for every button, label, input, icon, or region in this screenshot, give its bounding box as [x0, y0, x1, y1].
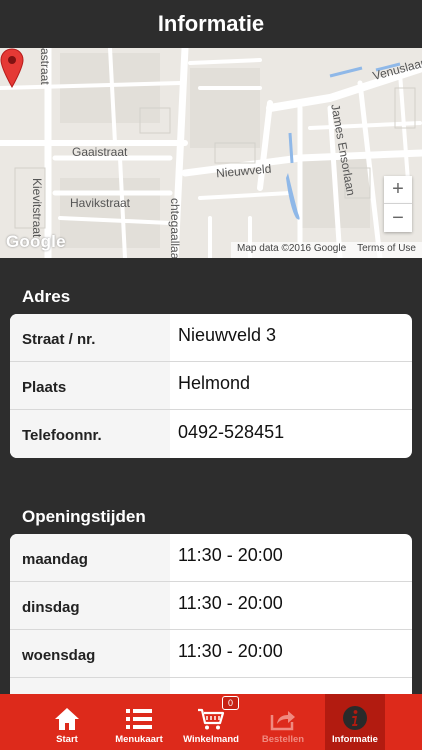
table-row: Straat / nr. Nieuwveld 3 — [10, 314, 412, 362]
zoom-in-button[interactable]: + — [384, 176, 412, 204]
row-label: woensdag — [10, 630, 170, 677]
nav-header: Informatie — [0, 0, 422, 48]
map-view[interactable]: Gaaistraat Havikstraat Kievitstraat Nieu… — [0, 48, 422, 258]
street-label: Havikstraat — [70, 196, 131, 210]
row-value: Helmond — [178, 373, 251, 393]
terms-of-use-link[interactable]: Terms of Use — [357, 243, 416, 254]
tab-label: Start — [56, 734, 78, 745]
row-value: 11:30 - 20:00 — [178, 545, 283, 565]
tab-label: Menukaart — [115, 734, 163, 745]
tab-bar: Start Menukaart Winkelmand 0 Bestellen I… — [0, 694, 422, 750]
page-title: Informatie — [157, 11, 265, 36]
street-label: Gaaistraat — [72, 145, 128, 159]
tab-label: Bestellen — [261, 734, 305, 745]
phone-value[interactable]: 0492-528451 — [170, 410, 412, 458]
row-label: dinsdag — [10, 582, 170, 629]
location-pin-icon[interactable] — [0, 48, 24, 88]
street-label: astraat — [38, 48, 52, 85]
table-row: dinsdag 11:30 - 20:00 — [10, 582, 412, 630]
table-row: woensdag 11:30 - 20:00 — [10, 630, 412, 678]
street-label: chtegaallaan — [168, 198, 182, 258]
section-title-address: Adres — [22, 287, 71, 306]
street-label: Kievitstraat — [30, 178, 44, 238]
row-label: Plaats — [10, 362, 170, 409]
tab-start[interactable]: Start — [37, 694, 97, 750]
table-row[interactable]: Telefoonnr. 0492-528451 — [10, 410, 412, 458]
app-screen: Informatie Gaaistraat Havikstraat Kievit… — [0, 0, 422, 750]
cart-icon — [198, 708, 225, 730]
section-title-hours: Openingstijden — [22, 507, 146, 526]
row-value: Nieuwveld 3 — [178, 325, 277, 345]
table-row: maandag 11:30 - 20:00 — [10, 534, 412, 582]
map-attribution: Map data ©2016 Google Terms of Use — [231, 242, 422, 258]
tab-label: Winkelmand — [183, 734, 239, 745]
table-row: Plaats Helmond — [10, 362, 412, 410]
list-icon — [126, 709, 152, 729]
tab-menukaart[interactable]: Menukaart — [109, 694, 169, 750]
home-icon — [55, 708, 79, 730]
tab-winkelmand[interactable]: Winkelmand 0 — [181, 694, 241, 750]
row-value: 11:30 - 20:00 — [178, 593, 283, 613]
address-card: Straat / nr. Nieuwveld 3 Plaats Helmond … — [10, 314, 412, 458]
zoom-out-button[interactable]: − — [384, 204, 412, 232]
tab-informatie[interactable]: Informatie — [325, 694, 385, 750]
info-icon — [343, 706, 367, 730]
map-streets-graphic — [0, 48, 422, 258]
row-value: 11:30 - 20:00 — [178, 641, 283, 661]
google-logo[interactable]: Google — [6, 232, 66, 252]
tab-label: Informatie — [332, 734, 378, 745]
hours-card: maandag 11:30 - 20:00 dinsdag 11:30 - 20… — [10, 534, 412, 704]
row-label: Straat / nr. — [10, 314, 170, 361]
tab-bestellen[interactable]: Bestellen — [253, 694, 313, 750]
share-icon — [270, 711, 295, 731]
cart-count-badge: 0 — [222, 696, 239, 710]
row-label: maandag — [10, 534, 170, 581]
map-data-text: Map data ©2016 Google — [237, 243, 347, 254]
row-label: Telefoonnr. — [10, 410, 170, 458]
